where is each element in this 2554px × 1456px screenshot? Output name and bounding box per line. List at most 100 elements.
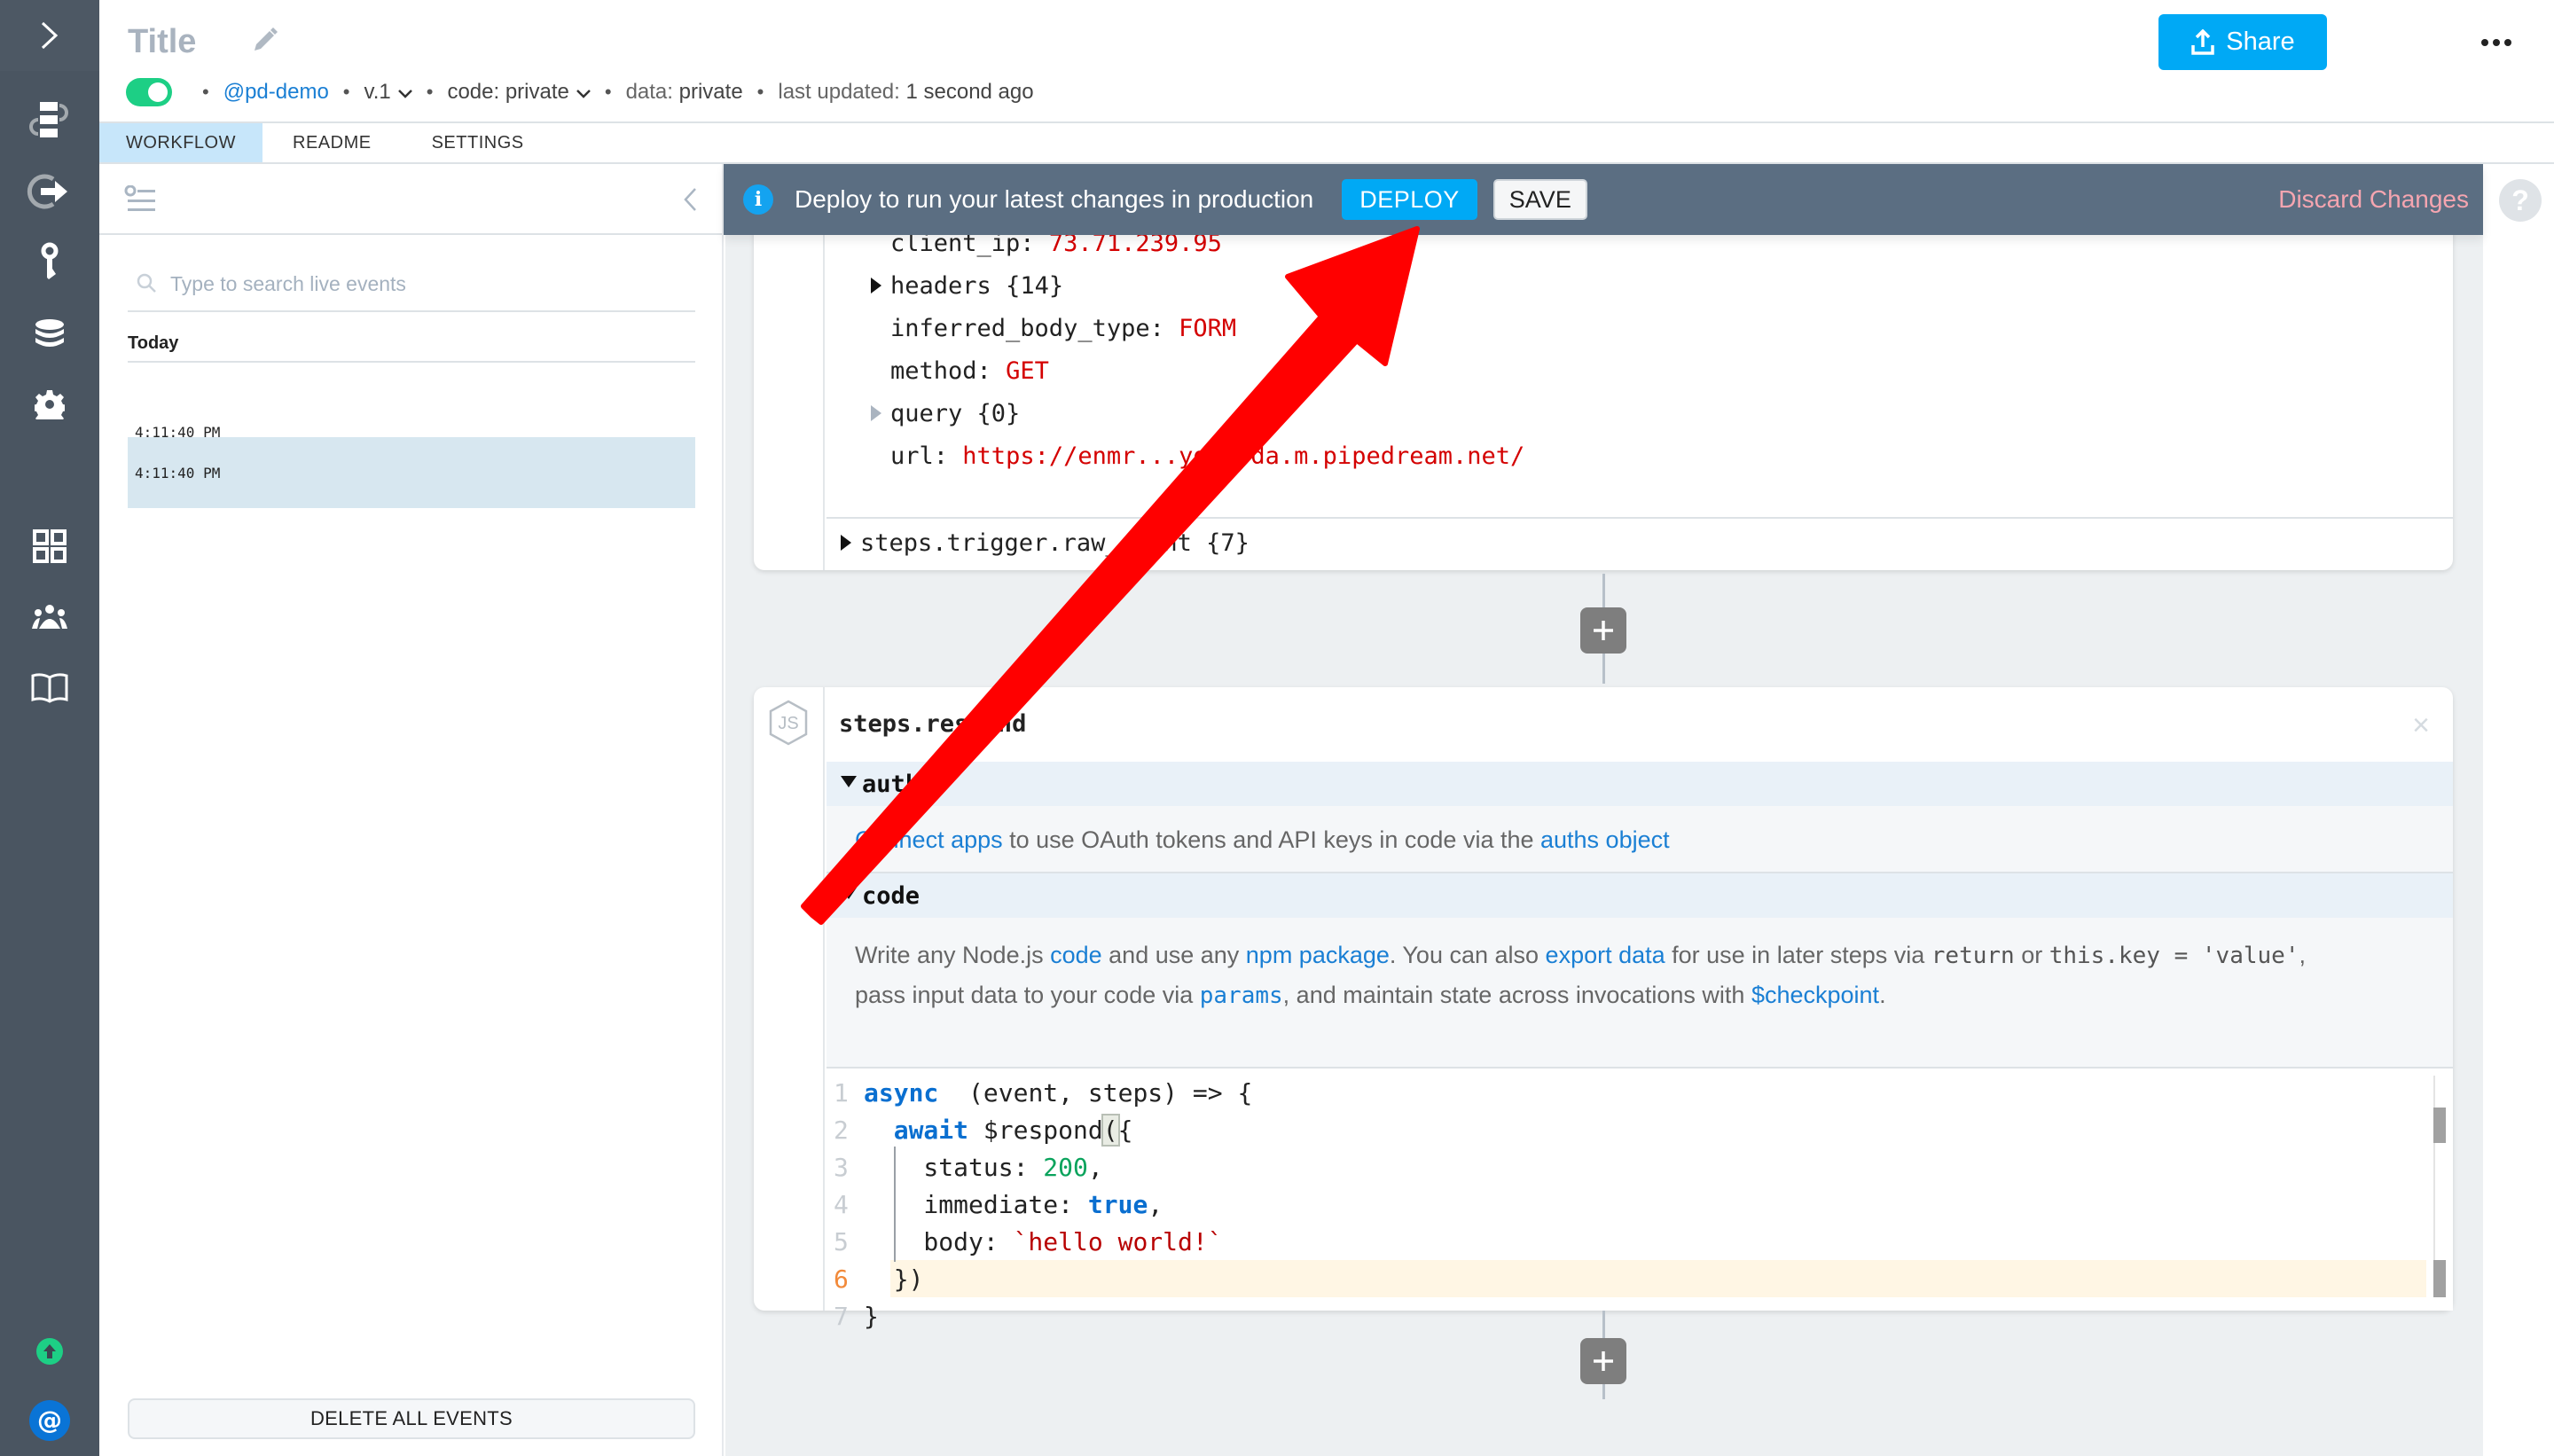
code-line[interactable]: 2 await $respond({ (827, 1111, 2426, 1148)
delete-all-events-button[interactable]: DELETE ALL EVENTS (128, 1398, 695, 1439)
auths-section-toggle[interactable]: auths (827, 762, 2453, 806)
expand-nav-button[interactable] (0, 0, 99, 71)
code-line[interactable]: 1 async (event, steps) => { (827, 1074, 2426, 1111)
svg-text:@: @ (37, 1405, 62, 1435)
field-headers[interactable]: headers {14} (871, 272, 1063, 300)
nav-dashboard[interactable] (0, 521, 99, 571)
book-icon (31, 673, 68, 703)
params-link[interactable]: params (1200, 982, 1283, 1009)
collapse-panel-button[interactable] (683, 187, 697, 216)
code-label: code (862, 881, 921, 910)
help-text: and use any (1101, 942, 1246, 968)
event-item-selected[interactable]: 4:11:40 PM (128, 437, 695, 508)
export-data-link[interactable]: export data (1546, 942, 1665, 968)
code-line[interactable]: 4 immediate: true, (827, 1186, 2426, 1223)
add-step-button[interactable] (1580, 607, 1626, 654)
nav-workflows[interactable] (0, 96, 99, 145)
help-text: . You can also (1389, 942, 1546, 968)
data-value: private (678, 80, 743, 104)
help-text: . (1879, 982, 1886, 1008)
code-line[interactable]: 5 body: `hello world!` (827, 1223, 2426, 1260)
save-button[interactable]: SAVE (1492, 179, 1587, 220)
code-token: $respond (968, 1115, 1103, 1145)
step-name[interactable]: steps.respond (839, 710, 1026, 738)
code-token: ( (1101, 1113, 1120, 1147)
help-text: or (2014, 942, 2049, 968)
field-key: query (890, 400, 963, 427)
tab-settings[interactable]: SETTINGS (402, 123, 554, 162)
field-key: method: (890, 357, 991, 385)
event-search-input[interactable] (170, 271, 667, 296)
svg-text:JS: JS (778, 714, 798, 733)
tab-readme[interactable]: README (262, 123, 402, 162)
workflow-tabs: WORKFLOW README SETTINGS (99, 121, 2554, 164)
checkpoint-link[interactable]: $checkpoint (1751, 982, 1879, 1008)
workflow-active-toggle[interactable] (126, 78, 172, 106)
more-dot-icon (2504, 39, 2511, 46)
deploy-banner: i Deploy to run your latest changes in p… (724, 164, 2483, 235)
code-line[interactable]: 3 status: 200, (827, 1148, 2426, 1186)
separator-dot: • (604, 81, 612, 103)
upgrade-button[interactable] (0, 1327, 99, 1376)
field-query[interactable]: query {0} (871, 400, 1020, 427)
event-filter-button[interactable] (124, 184, 158, 218)
field-method: method: GET (890, 357, 1049, 385)
nav-sources[interactable] (0, 167, 99, 216)
raw-event-toggle[interactable]: steps.trigger.raw_event {7} (841, 529, 1250, 557)
nav-team[interactable] (0, 592, 99, 642)
deploy-button[interactable]: DEPLOY (1342, 179, 1477, 220)
chevron-right-icon (41, 21, 59, 50)
support-button[interactable]: @ (0, 1396, 99, 1445)
share-button[interactable]: Share (2158, 14, 2327, 70)
code-token: { (1117, 1115, 1133, 1145)
version-label: v.1 (364, 80, 391, 104)
upload-icon (2191, 28, 2215, 55)
help-button[interactable]: ? (2499, 179, 2542, 222)
last-updated: last updated: 1 second ago (778, 80, 1033, 105)
code-help-line-2: pass input data to your code via params,… (855, 975, 2453, 1015)
code-section-toggle[interactable]: code (827, 873, 2453, 918)
code-editor[interactable]: 1 async (event, steps) => {2 await $respo… (827, 1069, 2453, 1331)
field-value: FORM (1179, 315, 1237, 342)
nav-docs[interactable] (0, 663, 99, 713)
field-key: url: (890, 442, 949, 470)
auths-object-link[interactable]: auths object (1540, 826, 1670, 853)
field-key: headers (890, 272, 991, 300)
collapse-caret-icon (841, 775, 857, 787)
code-help-line-1: Write any Node.js code and use any npm p… (855, 935, 2453, 975)
edit-title-button[interactable] (252, 27, 278, 58)
line-number: 7 (834, 1301, 849, 1331)
discard-changes-link[interactable]: Discard Changes (2278, 185, 2469, 214)
more-dot-icon (2493, 39, 2500, 46)
tab-workflow[interactable]: WORKFLOW (99, 123, 262, 162)
line-number: 6 (834, 1264, 849, 1294)
owner-link[interactable]: @pd-demo (223, 80, 329, 105)
code-docs-link[interactable]: code (1050, 942, 1102, 968)
delete-step-button[interactable]: × (2412, 708, 2430, 743)
code-token: 200 (1043, 1152, 1088, 1182)
more-options-button[interactable] (2474, 27, 2519, 59)
field-value: GET (1006, 357, 1049, 385)
workflow-title[interactable]: Title (128, 23, 196, 61)
gear-icon (35, 390, 65, 419)
nav-accounts[interactable] (0, 238, 99, 287)
inline-code: this.key = 'value' (2049, 943, 2299, 969)
team-icon (32, 605, 67, 629)
event-search (128, 257, 695, 312)
code-token: } (864, 1301, 879, 1331)
nav-data-stores[interactable] (0, 309, 99, 358)
connect-apps-link[interactable]: Connect apps (855, 826, 1003, 853)
code-line[interactable]: 6 }) (827, 1260, 2426, 1297)
code-token: immediate: (864, 1189, 1088, 1219)
chevron-left-icon (684, 188, 696, 211)
add-step-button[interactable] (1580, 1338, 1626, 1384)
code-line[interactable]: 7} (827, 1297, 2426, 1335)
search-icon (137, 273, 156, 293)
share-label: Share (2226, 27, 2295, 56)
npm-package-link[interactable]: npm package (1246, 942, 1390, 968)
nav-settings[interactable] (0, 380, 99, 429)
code-visibility-dropdown[interactable]: code: private (447, 80, 591, 105)
version-dropdown[interactable]: v.1 (364, 80, 412, 105)
expand-caret-icon (841, 534, 851, 551)
